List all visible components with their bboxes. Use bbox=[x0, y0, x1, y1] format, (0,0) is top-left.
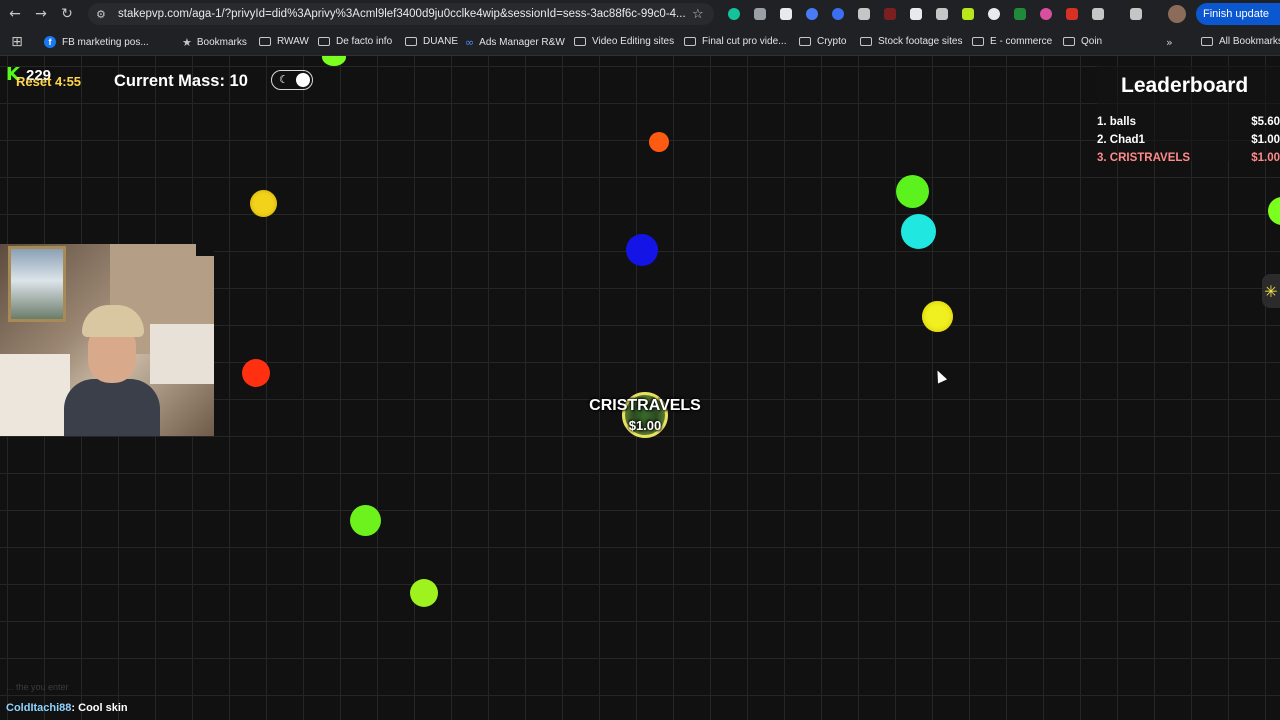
folder-icon bbox=[799, 37, 811, 46]
back-icon[interactable]: ← bbox=[4, 3, 26, 25]
extension-icon[interactable] bbox=[828, 4, 848, 24]
leaderboard-amount: $1.00 bbox=[1251, 134, 1280, 146]
puzzle-icon[interactable] bbox=[1088, 4, 1108, 24]
leaderboard-name: 2. Chad1 bbox=[1097, 134, 1145, 146]
extension-icon[interactable] bbox=[750, 4, 770, 24]
food-pellet bbox=[901, 214, 936, 249]
food-pellet bbox=[922, 301, 953, 332]
food-pellet bbox=[350, 505, 381, 536]
facebook-icon: f bbox=[44, 36, 56, 48]
sparkle-icon: ✳ bbox=[1264, 281, 1278, 301]
extension-icon[interactable] bbox=[802, 4, 822, 24]
game-canvas[interactable]: K 229 Reset 4:55 Current Mass: 10 ☾ Lead… bbox=[0, 56, 1280, 720]
leaderboard: Leaderboard 1. balls $5.60 2. Chad1 $1.0… bbox=[1097, 66, 1280, 164]
webcam-overlay bbox=[0, 244, 214, 436]
food-pellet bbox=[649, 132, 669, 152]
bookmark-item[interactable]: De facto info bbox=[318, 36, 392, 47]
folder-icon bbox=[318, 37, 330, 46]
food-pellet bbox=[626, 234, 658, 266]
webcam-painting bbox=[8, 246, 66, 322]
bookmark-item[interactable]: ∞ Ads Manager R&W bbox=[465, 36, 565, 49]
food-pellet bbox=[410, 579, 438, 607]
player-name: CRISTRAVELS bbox=[589, 397, 701, 414]
extension-icon[interactable] bbox=[984, 4, 1004, 24]
bookmarks-bar: ⊞ f FB marketing pos... ★ Bookmarks RWAW D… bbox=[0, 28, 1280, 56]
folder-icon bbox=[405, 37, 417, 46]
leaderboard-amount: $1.00 bbox=[1251, 152, 1280, 164]
folder-icon bbox=[259, 37, 271, 46]
reload-icon[interactable]: ↻ bbox=[56, 3, 78, 25]
chat-faded-message: ... the you enter bbox=[6, 682, 69, 692]
folder-icon bbox=[860, 37, 872, 46]
chat-text: : Cool skin bbox=[71, 702, 128, 714]
food-pellet bbox=[242, 359, 270, 387]
side-panel-toggle[interactable]: ✳ bbox=[1262, 274, 1280, 308]
leaderboard-row: 2. Chad1 $1.00 bbox=[1097, 134, 1280, 150]
leaderboard-row: 1. balls $5.60 bbox=[1097, 116, 1280, 132]
finish-update-button[interactable]: Finish update bbox=[1196, 3, 1280, 25]
bookmark-item[interactable]: ★ Bookmarks bbox=[182, 36, 247, 49]
bookmark-item[interactable]: Stock footage sites bbox=[860, 36, 963, 47]
folder-icon bbox=[1201, 37, 1213, 46]
toggle-knob bbox=[296, 73, 310, 87]
extension-icon[interactable] bbox=[1010, 4, 1030, 24]
chat-username: ColdItachi88 bbox=[6, 702, 72, 714]
address-bar[interactable]: ⚙ stakepvp.com/aga-1/?privyId=did%3Apriv… bbox=[88, 3, 714, 25]
leaderboard-amount: $5.60 bbox=[1251, 116, 1280, 128]
reset-timer: Reset 4:55 bbox=[16, 74, 82, 89]
grammarly-icon[interactable] bbox=[724, 4, 744, 24]
food-pellet bbox=[322, 56, 346, 66]
shield-icon[interactable] bbox=[932, 4, 952, 24]
bookmark-item[interactable]: f FB marketing pos... bbox=[44, 36, 149, 48]
current-mass: Current Mass: 10 bbox=[114, 72, 248, 90]
extensions-bar bbox=[724, 4, 1146, 24]
moon-icon: ☾ bbox=[279, 73, 289, 86]
streamer bbox=[60, 289, 160, 436]
dark-mode-toggle[interactable]: ☾ bbox=[271, 70, 313, 90]
qr-icon[interactable] bbox=[776, 4, 796, 24]
browser-toolbar: ← → ↻ ⚙ stakepvp.com/aga-1/?privyId=did%… bbox=[0, 0, 1280, 28]
streamer-shirt bbox=[64, 379, 160, 436]
food-pellet bbox=[250, 190, 277, 217]
leaderboard-name: 1. balls bbox=[1097, 116, 1136, 128]
more-bookmarks-chevron-icon[interactable]: » bbox=[1166, 36, 1178, 49]
webcam-edge bbox=[196, 244, 214, 256]
extension-icon[interactable] bbox=[1062, 4, 1082, 24]
bookmark-star-icon[interactable]: ☆ bbox=[692, 7, 704, 22]
extension-icon[interactable] bbox=[1036, 4, 1056, 24]
apps-grid-icon[interactable]: ⊞ bbox=[6, 31, 28, 53]
food-pellet bbox=[896, 175, 929, 208]
chat-message: ColdItachi88: Cool skin bbox=[6, 702, 128, 714]
site-info-icon[interactable]: ⚙ bbox=[96, 8, 112, 21]
leaderboard-title: Leaderboard bbox=[1121, 74, 1249, 97]
bookmark-item[interactable]: Crypto bbox=[799, 36, 846, 47]
reading-list-icon[interactable] bbox=[1126, 4, 1146, 24]
streamer-cap bbox=[82, 305, 144, 337]
folder-icon bbox=[972, 37, 984, 46]
mouse-cursor-icon bbox=[932, 368, 948, 384]
url-text[interactable]: stakepvp.com/aga-1/?privyId=did%3Aprivy%… bbox=[118, 8, 688, 20]
all-bookmarks-folder[interactable]: All Bookmarks bbox=[1201, 36, 1280, 47]
extension-icon[interactable] bbox=[880, 4, 900, 24]
bookmark-item[interactable]: Video Editing sites bbox=[574, 36, 674, 47]
extension-icon[interactable] bbox=[854, 4, 874, 24]
extension-icon[interactable] bbox=[906, 4, 926, 24]
bookmark-item[interactable]: E - commerce bbox=[972, 36, 1052, 47]
meta-icon: ∞ bbox=[465, 36, 475, 49]
bookmark-item[interactable]: DUANE bbox=[405, 36, 458, 47]
profile-avatar[interactable] bbox=[1168, 5, 1186, 23]
folder-icon bbox=[684, 37, 696, 46]
leaderboard-row-self: 3. CRISTRAVELS $1.00 bbox=[1097, 152, 1280, 168]
bookmark-item[interactable]: RWAW bbox=[259, 36, 309, 47]
bookmark-item[interactable]: Qoin bbox=[1063, 36, 1102, 47]
leaderboard-name: 3. CRISTRAVELS bbox=[1097, 152, 1191, 164]
folder-icon bbox=[574, 37, 586, 46]
player-money: $1.00 bbox=[628, 418, 662, 433]
star-icon: ★ bbox=[182, 36, 192, 49]
extension-icon[interactable] bbox=[958, 4, 978, 24]
folder-icon bbox=[1063, 37, 1075, 46]
food-pellet bbox=[1268, 197, 1280, 225]
forward-icon[interactable]: → bbox=[30, 3, 52, 25]
bookmark-item[interactable]: Final cut pro vide... bbox=[684, 36, 786, 47]
